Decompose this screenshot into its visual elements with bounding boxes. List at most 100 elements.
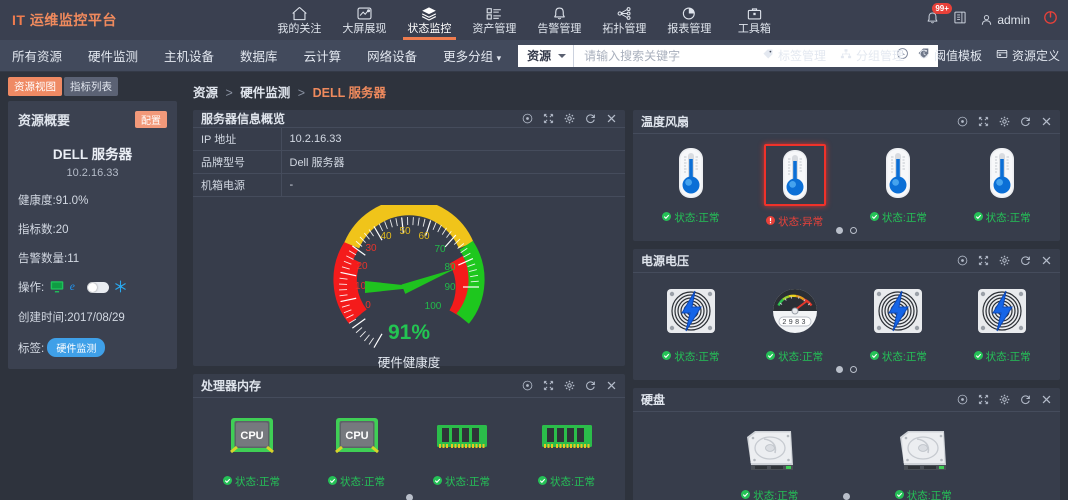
cpu-icon: CPU <box>223 408 281 466</box>
snowflake-icon[interactable] <box>114 280 127 296</box>
record-icon[interactable] <box>957 116 968 127</box>
device-thermometer-1[interactable]: 状态:正常 <box>645 144 737 225</box>
group-icon <box>840 48 852 63</box>
search-scope-select[interactable]: 资源 <box>518 44 575 67</box>
tab-resource-view[interactable]: 资源视图 <box>8 77 62 96</box>
row-value: Dell 服务器 <box>281 150 625 174</box>
tab-metric-list[interactable]: 指标列表 <box>64 77 118 96</box>
page-dot-1[interactable] <box>836 227 843 234</box>
gauge-tick-40: 40 <box>380 231 392 242</box>
close-icon[interactable] <box>606 380 617 391</box>
sidebar-tabs: 资源视图 指标列表 <box>8 77 177 96</box>
breadcrumb-root[interactable]: 资源 <box>193 86 218 100</box>
device-memory-2[interactable]: 状态:正常 <box>521 408 613 489</box>
threshold-template-button[interactable]: 阈值模板 <box>918 47 982 64</box>
close-icon[interactable] <box>1041 116 1052 127</box>
remote-desktop-icon[interactable] <box>50 280 64 296</box>
record-icon[interactable] <box>957 255 968 266</box>
device-power-supply-1[interactable]: 状态:正常 <box>645 283 737 364</box>
expand-icon[interactable] <box>978 394 989 405</box>
tag-management-button[interactable]: 标签管理 <box>762 47 826 64</box>
ie-browser-icon[interactable]: e <box>69 280 82 296</box>
gear-icon[interactable] <box>999 116 1010 127</box>
nav-item-status-monitor[interactable]: 状态监控 <box>396 0 462 40</box>
refresh-icon[interactable] <box>1020 394 1031 405</box>
status-text: 状态:正常 <box>881 351 927 363</box>
expand-icon[interactable] <box>978 116 989 127</box>
subnav-link-host-device[interactable]: 主机设备 <box>151 46 227 65</box>
notification-bell[interactable]: 99+ <box>925 2 952 31</box>
device-thermometer-4[interactable]: 状态:正常 <box>956 144 1048 225</box>
device-memory-1[interactable]: 状态:正常 <box>416 408 508 489</box>
expand-icon[interactable] <box>543 113 554 124</box>
nav-item-asset-management[interactable]: 资产管理 <box>462 0 527 40</box>
nav-item-topology-management[interactable]: 拓扑管理 <box>592 0 657 40</box>
record-icon[interactable] <box>957 394 968 405</box>
refresh-icon[interactable] <box>585 380 596 391</box>
subnav-link-more-groups[interactable]: 更多分组 ▾ <box>430 46 514 65</box>
device-power-supply-3[interactable]: 状态:正常 <box>956 283 1048 364</box>
nav-item-report-management[interactable]: 报表管理 <box>657 0 722 40</box>
expand-icon[interactable] <box>543 380 554 391</box>
nav-item-my-focus[interactable]: 我的关注 <box>267 0 332 40</box>
nav-item-toolbox[interactable]: 工具箱 <box>722 0 787 40</box>
nav-label: 拓扑管理 <box>602 22 647 35</box>
status-text: 状态:正常 <box>340 476 385 488</box>
expand-icon[interactable] <box>978 255 989 266</box>
nav-item-alarm-management[interactable]: 告警管理 <box>527 0 592 40</box>
device-cpu-1[interactable]: CPU 状态:正常 <box>206 408 298 489</box>
group-management-button[interactable]: 分组管理 <box>840 47 904 64</box>
subnav-link-database[interactable]: 数据库 <box>227 46 291 65</box>
device-voltmeter[interactable]: 2983 状态:正常 <box>749 283 841 364</box>
device-status: 状态:正常 <box>869 210 927 225</box>
power-supply-icon <box>973 283 1031 341</box>
gear-icon[interactable] <box>999 255 1010 266</box>
gear-icon[interactable] <box>564 380 575 391</box>
svg-text:CPU: CPU <box>345 430 368 442</box>
breadcrumb-level2[interactable]: 硬件监测 <box>240 86 290 100</box>
close-icon[interactable] <box>606 113 617 124</box>
resource-definition-button[interactable]: 资源定义 <box>996 47 1060 64</box>
page-dot-1[interactable] <box>405 494 413 500</box>
status-text: 状态:正常 <box>674 351 720 363</box>
configure-button[interactable]: 配置 <box>135 111 167 128</box>
page-dot-2[interactable] <box>850 227 857 234</box>
refresh-icon[interactable] <box>1020 116 1031 127</box>
status-toggle[interactable] <box>87 282 110 294</box>
device-harddisk-2[interactable]: 状态:正常 <box>877 422 969 500</box>
resource-category-links: 所有资源 硬件监测 主机设备 数据库 云计算 网络设备 更多分组 ▾ <box>0 46 514 65</box>
device-thermometer-3[interactable]: 状态:正常 <box>852 144 944 225</box>
gauge-tick-50: 50 <box>399 226 411 237</box>
device-cpu-2[interactable]: CPU 状态:正常 <box>311 408 403 489</box>
subnav-link-hardware-monitor[interactable]: 硬件监测 <box>75 46 151 65</box>
gear-icon[interactable] <box>564 113 575 124</box>
device-power-supply-2[interactable]: 状态:正常 <box>852 283 944 364</box>
resource-health: 健康度:91.0% <box>18 195 89 207</box>
user-menu[interactable]: admin <box>980 13 1030 27</box>
docs-icon[interactable] <box>953 10 967 30</box>
page-dot-1[interactable] <box>836 366 843 373</box>
subnav-link-cloud-computing[interactable]: 云计算 <box>291 46 355 65</box>
device-thermometer-2[interactable]: 状态:异常 <box>749 144 841 229</box>
refresh-icon[interactable] <box>585 113 596 124</box>
status-ok-icon <box>973 350 983 363</box>
gear-icon[interactable] <box>999 394 1010 405</box>
subnav-link-network-device[interactable]: 网络设备 <box>354 46 430 65</box>
nav-item-big-screen[interactable]: 大屏展现 <box>332 0 397 40</box>
device-harddisk-1[interactable]: 状态:正常 <box>724 422 816 500</box>
resource-tag-value[interactable]: 硬件监测 <box>47 337 106 357</box>
pagination-dots <box>193 494 625 500</box>
refresh-icon[interactable] <box>1020 255 1031 266</box>
record-icon[interactable] <box>522 380 533 391</box>
logout-power-icon[interactable] <box>1043 10 1058 30</box>
record-icon[interactable] <box>522 113 533 124</box>
page-dot-1[interactable] <box>843 493 850 500</box>
gauge-value: 91% <box>387 321 431 344</box>
panel-tools <box>957 116 1052 127</box>
panel-power-voltage: 电源电压 状态:正常 2983 状态:正常 状态:正常 状态:正常 <box>633 249 1060 380</box>
subnav-link-all-resources[interactable]: 所有资源 <box>0 46 75 65</box>
page-dot-2[interactable] <box>850 366 857 373</box>
close-icon[interactable] <box>1041 394 1052 405</box>
status-ok-icon <box>869 350 879 363</box>
close-icon[interactable] <box>1041 255 1052 266</box>
